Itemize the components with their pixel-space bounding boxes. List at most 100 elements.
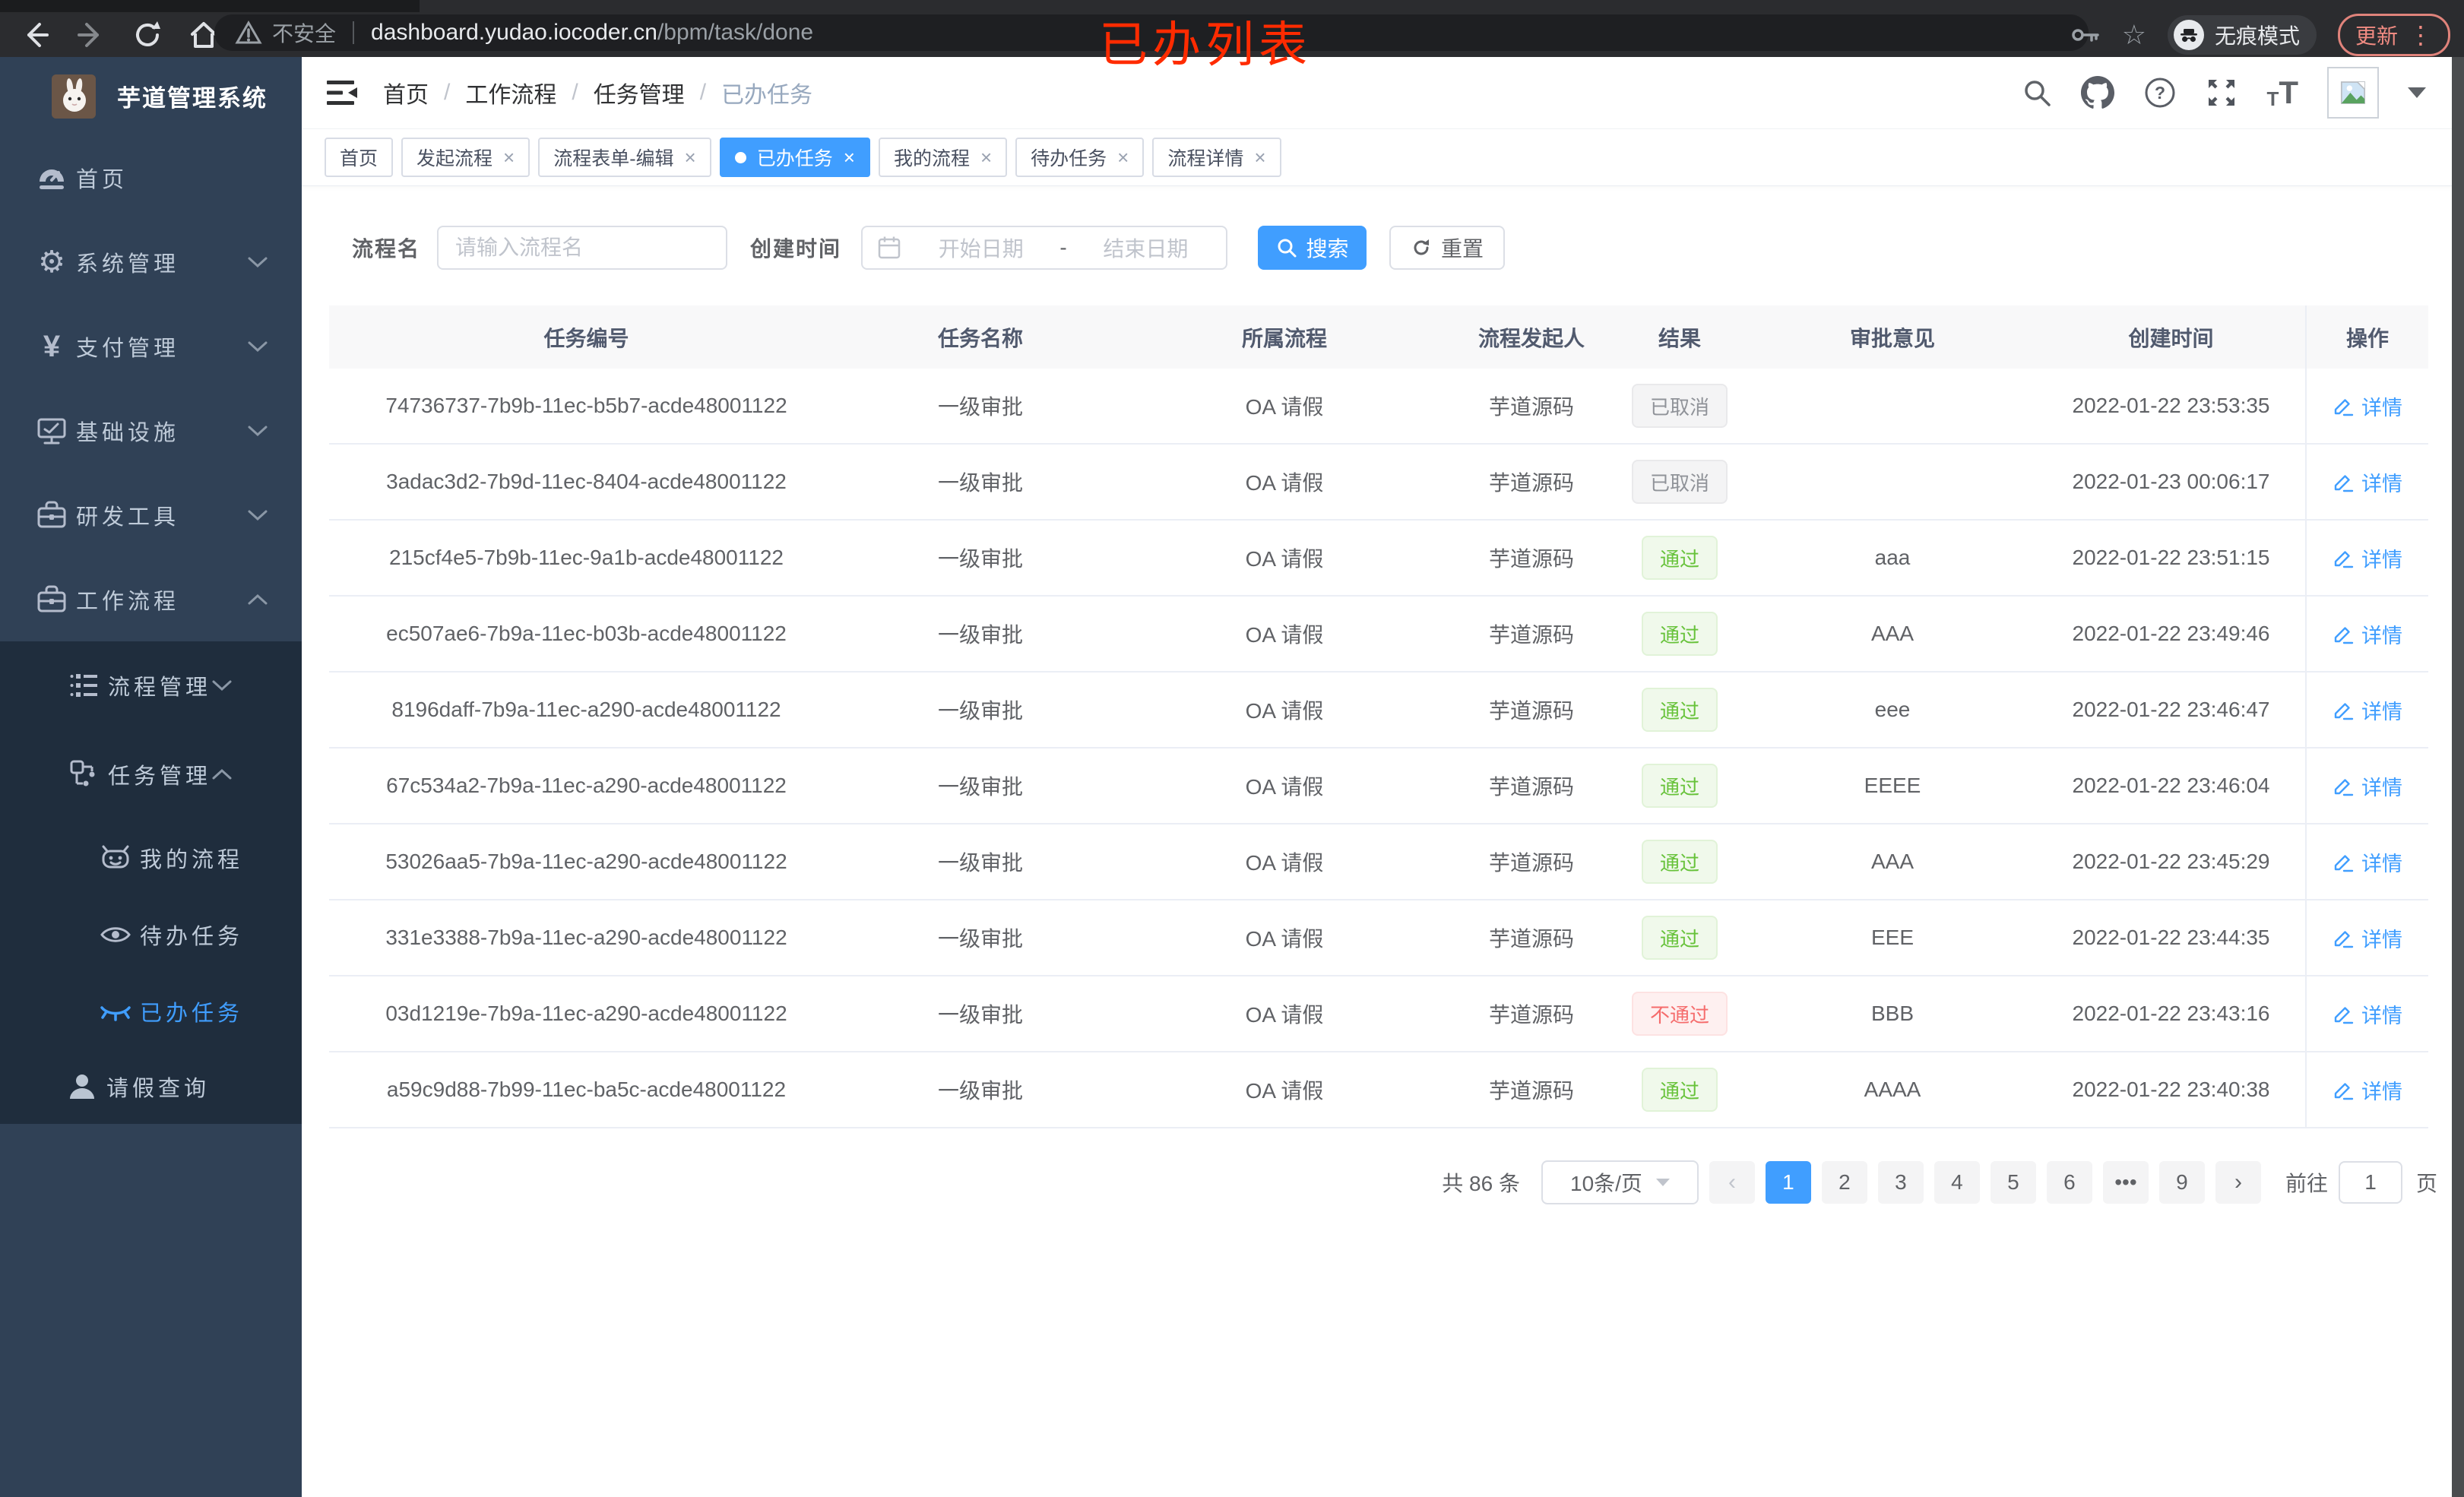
toolbox-icon: [33, 497, 70, 533]
approve-comment: AAA: [1870, 850, 1915, 873]
table-row: 215cf4e5-7b9b-11ec-9a1b-acde48001122 一级审…: [329, 521, 2428, 597]
sidebar-item-leave-query[interactable]: 请假查询: [0, 1049, 302, 1124]
end-date-placeholder[interactable]: 结束日期: [1079, 233, 1212, 263]
table-row: 8196daff-7b9a-11ec-a290-acde48001122 一级审…: [329, 673, 2428, 748]
reset-button[interactable]: 重置: [1389, 226, 1506, 270]
more-pages-button[interactable]: •••: [2102, 1161, 2149, 1204]
security-label[interactable]: 不安全: [272, 17, 336, 48]
detail-link[interactable]: 详情: [2333, 543, 2402, 573]
task-id: 67c534a2-7b9a-11ec-a290-acde48001122: [386, 774, 787, 797]
process-name: OA 请假: [1245, 471, 1324, 495]
not-secure-icon[interactable]: [234, 18, 263, 47]
task-name: 一级审批: [937, 699, 1023, 723]
close-tab-icon[interactable]: ×: [844, 147, 855, 167]
page-button-4[interactable]: 4: [1934, 1161, 1980, 1204]
process-name-label: 流程名: [352, 237, 421, 261]
detail-link[interactable]: 详情: [2333, 467, 2402, 497]
detail-link[interactable]: 详情: [2333, 923, 2402, 953]
sidebar-item-my-process[interactable]: 我的流程: [0, 819, 302, 896]
tab-my-process[interactable]: 我的流程 ×: [878, 138, 1008, 177]
result-badge: 通过: [1641, 916, 1718, 960]
close-tab-icon[interactable]: ×: [1254, 147, 1265, 167]
bookmark-star-icon[interactable]: ☆: [2122, 21, 2146, 49]
sidebar-item-workflow[interactable]: 工作流程: [0, 557, 302, 641]
avatar-caret-icon[interactable]: [2408, 87, 2426, 98]
table-row: 03d1219e-7b9a-11ec-a290-acde48001122 一级审…: [329, 976, 2428, 1052]
url-path: /bpm/task/done: [657, 20, 814, 45]
sidebar-item-system-management[interactable]: ⚙ 系统管理: [0, 220, 302, 304]
tab-todo-tasks[interactable]: 待办任务 ×: [1015, 138, 1145, 177]
detail-link[interactable]: 详情: [2333, 771, 2402, 801]
browser-reload-button[interactable]: [131, 18, 164, 52]
goto-page-input[interactable]: [2338, 1161, 2402, 1204]
result-badge: 通过: [1641, 536, 1718, 580]
search-button[interactable]: 搜索: [1258, 226, 1367, 270]
sidebar-item-payment-management[interactable]: ¥ 支付管理: [0, 304, 302, 388]
page-button-9[interactable]: 9: [2158, 1161, 2205, 1204]
page-size-select[interactable]: 10条/页: [1541, 1160, 1699, 1204]
detail-link[interactable]: 详情: [2333, 695, 2402, 725]
detail-link[interactable]: 详情: [2333, 847, 2402, 877]
sidebar-item-todo-tasks[interactable]: 待办任务: [0, 896, 302, 973]
col-task-name: 任务名称: [937, 326, 1023, 350]
avatar[interactable]: [2327, 67, 2379, 119]
browser-back-button[interactable]: [18, 18, 52, 52]
tab-done-tasks[interactable]: 已办任务 ×: [719, 138, 870, 177]
result-badge: 通过: [1641, 840, 1718, 884]
page-button-5[interactable]: 5: [1990, 1161, 2036, 1204]
task-id: 03d1219e-7b9a-11ec-a290-acde48001122: [385, 1002, 787, 1025]
page-scrollbar[interactable]: [2452, 57, 2464, 1497]
sidebar-item-process-management[interactable]: 流程管理: [0, 641, 302, 730]
github-icon[interactable]: [2081, 76, 2115, 109]
detail-link[interactable]: 详情: [2333, 1075, 2402, 1105]
page-button-3[interactable]: 3: [1877, 1161, 1924, 1204]
prev-page-button[interactable]: ‹: [1709, 1161, 1755, 1204]
table-row: 67c534a2-7b9a-11ec-a290-acde48001122 一级审…: [329, 748, 2428, 824]
fullscreen-icon[interactable]: [2206, 77, 2238, 109]
page-button-6[interactable]: 6: [2046, 1161, 2092, 1204]
dashboard-icon: [33, 160, 70, 196]
help-icon[interactable]: ?: [2143, 76, 2177, 109]
tab-home[interactable]: 首页: [325, 138, 394, 177]
tab-form-edit[interactable]: 流程表单-编辑 ×: [538, 138, 711, 177]
browser-forward-button[interactable]: [74, 18, 108, 52]
tab-process-detail[interactable]: 流程详情 ×: [1152, 138, 1281, 177]
task-name: 一级审批: [937, 851, 1023, 875]
sidebar-item-home[interactable]: 首页: [0, 135, 302, 220]
page-button-2[interactable]: 2: [1821, 1161, 1867, 1204]
date-range-picker[interactable]: 开始日期 - 结束日期: [861, 226, 1228, 270]
font-size-icon[interactable]: TT: [2266, 77, 2298, 109]
task-name: 一级审批: [937, 927, 1023, 951]
sidebar-item-infrastructure[interactable]: 基础设施: [0, 388, 302, 473]
detail-link[interactable]: 详情: [2333, 999, 2402, 1029]
tab-start-process[interactable]: 发起流程 ×: [401, 138, 530, 177]
close-tab-icon[interactable]: ×: [1117, 147, 1129, 167]
result-badge: 已取消: [1631, 384, 1728, 428]
detail-link[interactable]: 详情: [2333, 619, 2402, 649]
close-tab-icon[interactable]: ×: [980, 147, 992, 167]
search-icon[interactable]: [2022, 78, 2052, 108]
task-name: 一级审批: [937, 1003, 1023, 1027]
sidebar-fold-icon[interactable]: [327, 78, 357, 107]
detail-link[interactable]: 详情: [2333, 391, 2402, 421]
key-icon[interactable]: [2070, 20, 2101, 50]
page-button-1[interactable]: 1: [1765, 1161, 1811, 1204]
next-page-button[interactable]: ›: [2215, 1161, 2261, 1204]
browser-menu-icon[interactable]: ⋮: [2409, 23, 2433, 47]
breadcrumb-workflow[interactable]: 工作流程: [465, 76, 556, 109]
close-tab-icon[interactable]: ×: [503, 147, 515, 167]
table-row: ec507ae6-7b9a-11ec-b03b-acde48001122 一级审…: [329, 597, 2428, 673]
sidebar-item-task-management[interactable]: 任务管理: [0, 730, 302, 819]
task-id: 74736737-7b9b-11ec-b5b7-acde48001122: [385, 394, 787, 417]
close-tab-icon[interactable]: ×: [685, 147, 696, 167]
breadcrumb-task-management[interactable]: 任务管理: [594, 76, 685, 109]
sidebar-item-dev-tools[interactable]: 研发工具: [0, 473, 302, 557]
result-badge: 通过: [1641, 1068, 1718, 1112]
col-created: 创建时间: [2128, 326, 2214, 350]
process-name-input[interactable]: [437, 226, 728, 270]
breadcrumb-home[interactable]: 首页: [383, 76, 429, 109]
browser-update-button[interactable]: 更新 ⋮: [2337, 13, 2450, 56]
start-date-placeholder[interactable]: 开始日期: [914, 233, 1047, 263]
chevron-down-icon: [247, 509, 268, 521]
sidebar-item-done-tasks[interactable]: 已办任务: [0, 973, 302, 1049]
